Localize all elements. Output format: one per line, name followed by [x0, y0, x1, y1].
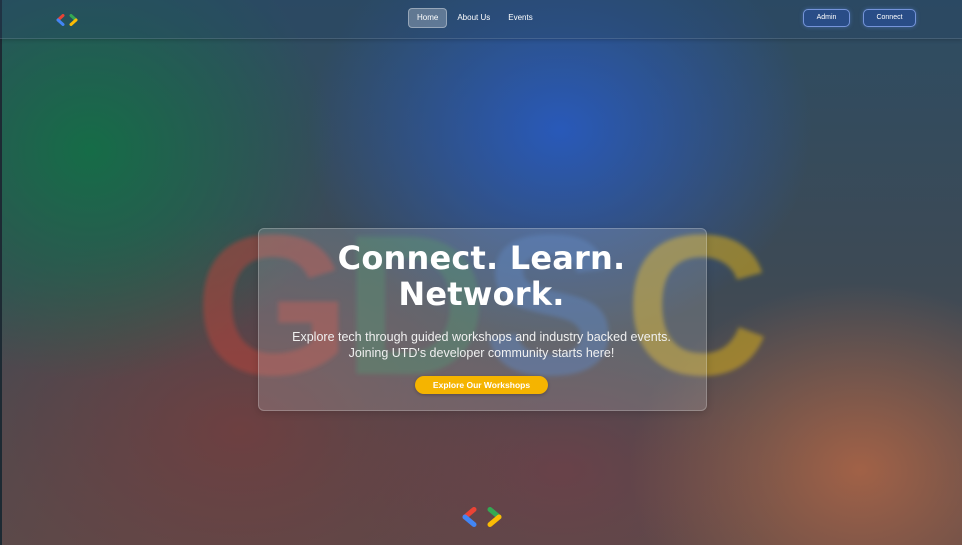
hero-title: Connect. Learn. Network. [258, 240, 705, 312]
navbar: Home About Us Events Admin Connect [0, 0, 962, 39]
hero-subtitle-line1: Explore tech through guided workshops an… [292, 330, 671, 344]
nav-links: Home About Us Events [408, 8, 543, 28]
window-edge [0, 0, 2, 545]
nav-about-us[interactable]: About Us [449, 9, 498, 27]
explore-workshops-button[interactable]: Explore Our Workshops [415, 376, 548, 394]
hero-subtitle: Explore tech through guided workshops an… [258, 329, 705, 361]
admin-button[interactable]: Admin [803, 9, 850, 27]
gdsc-logo-icon[interactable] [56, 13, 78, 31]
footer-gdsc-logo-icon [462, 507, 502, 532]
nav-events[interactable]: Events [500, 9, 540, 27]
hero-subtitle-line2: Joining UTD's developer community starts… [348, 346, 615, 360]
connect-button[interactable]: Connect [863, 9, 916, 27]
hero-title-line2: Network. [398, 275, 565, 313]
hero-title-line1: Connect. Learn. [337, 239, 626, 277]
nav-home[interactable]: Home [408, 8, 448, 28]
